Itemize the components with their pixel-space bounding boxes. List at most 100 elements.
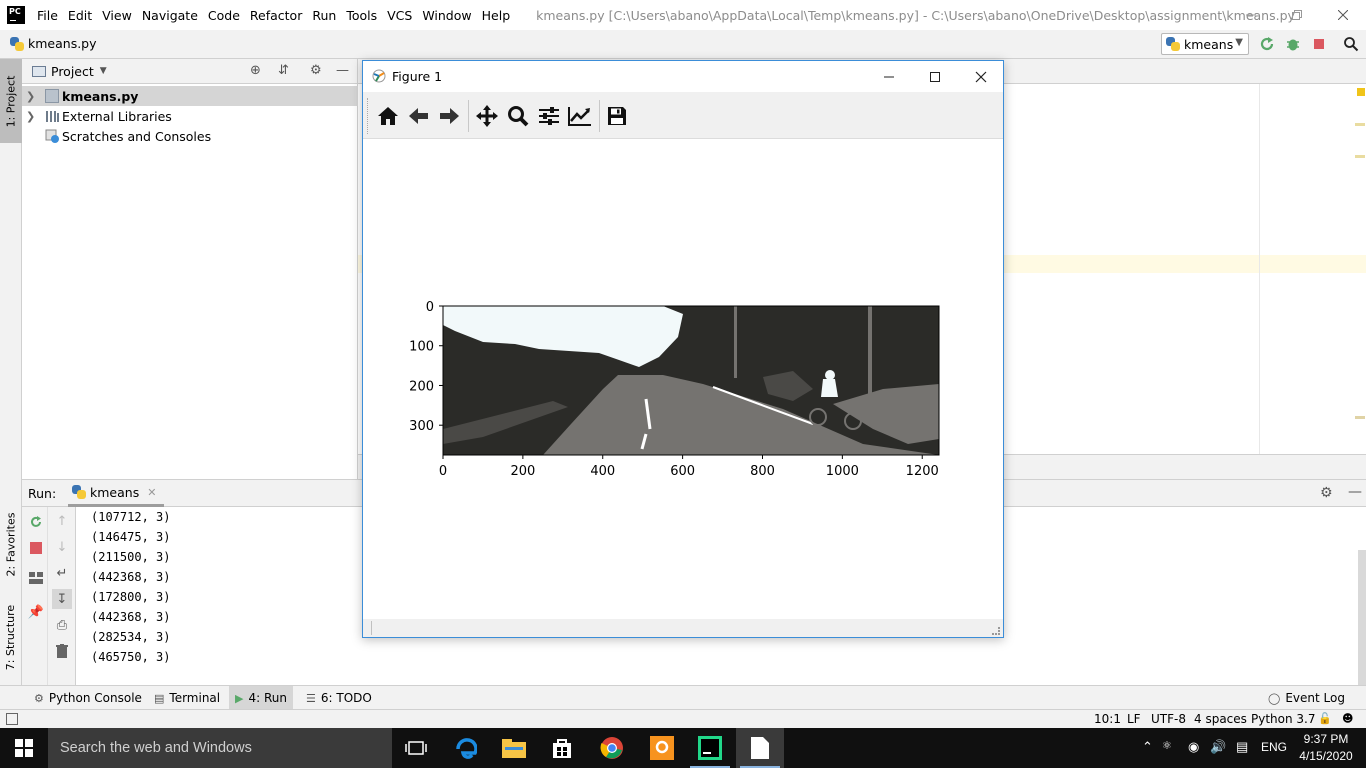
menu-edit[interactable]: Edit [68, 8, 92, 23]
taskbar-store[interactable] [538, 728, 586, 768]
down-arrow-button[interactable]: ↓ [54, 539, 70, 555]
search-everywhere-button[interactable] [1343, 36, 1359, 52]
taskbar-file-explorer[interactable] [490, 728, 538, 768]
chevron-right-icon[interactable]: ❯ [26, 110, 35, 123]
action-center-icon[interactable]: ▤ [1236, 739, 1248, 755]
hide-panel-icon[interactable]: — [1348, 484, 1362, 500]
hide-panel-icon[interactable]: — [336, 63, 349, 78]
figure-close-button[interactable] [958, 61, 1004, 92]
figure-window[interactable]: Figure 1 0 200 400 600 800 1000 1200 0 1… [362, 60, 1004, 638]
toolbar-grip[interactable] [367, 98, 370, 134]
figure-minimize-button[interactable] [866, 61, 912, 92]
soft-wrap-button[interactable]: ↵ [54, 565, 70, 581]
run-config-select[interactable]: kmeans ▼ [1161, 33, 1249, 55]
scroll-marker[interactable] [1355, 155, 1365, 158]
file-encoding[interactable]: UTF-8 [1151, 712, 1186, 726]
chevron-right-icon[interactable]: ❯ [26, 90, 35, 103]
back-button[interactable] [404, 101, 434, 131]
tree-item-external-libraries[interactable]: ❯ External Libraries [22, 106, 358, 126]
tab-python-console[interactable]: ⚙ Python Console [28, 686, 148, 710]
task-view-button[interactable] [392, 728, 440, 768]
menu-view[interactable]: View [102, 8, 132, 23]
project-view-selector[interactable]: Project [51, 64, 94, 79]
start-button[interactable] [0, 728, 48, 768]
menu-window[interactable]: Window [422, 8, 471, 23]
scroll-marker[interactable] [1355, 123, 1365, 126]
restore-button[interactable] [1274, 0, 1320, 30]
pan-button[interactable] [472, 101, 502, 131]
volume-icon[interactable]: 🔊 [1210, 739, 1226, 755]
figure-maximize-button[interactable] [912, 61, 958, 92]
tab-todo[interactable]: ☰ 6: TODO [300, 686, 378, 710]
home-button[interactable] [373, 101, 403, 131]
lock-icon[interactable]: 🔓 [1318, 712, 1332, 725]
stop-button[interactable] [1311, 36, 1327, 52]
tab-event-log[interactable]: ◯ Event Log [1262, 686, 1351, 710]
zoom-button[interactable] [503, 101, 533, 131]
resize-grip-icon[interactable] [992, 627, 1000, 635]
indent-setting[interactable]: 4 spaces [1194, 712, 1247, 726]
tree-item-scratches[interactable]: Scratches and Consoles [22, 126, 358, 146]
layout-button[interactable] [28, 570, 44, 586]
figure-titlebar[interactable]: Figure 1 [363, 61, 1003, 92]
pin-tab-button[interactable]: 📌 [28, 604, 44, 620]
line-separator[interactable]: LF [1127, 712, 1141, 726]
menu-vcs[interactable]: VCS [387, 8, 412, 23]
subplots-config-button[interactable] [534, 101, 564, 131]
scroll-marker[interactable] [1355, 416, 1365, 419]
taskbar-search-box[interactable]: Search the web and Windows [48, 728, 392, 768]
toggle-tool-windows-icon[interactable] [6, 713, 18, 725]
taskbar-chrome[interactable] [588, 728, 636, 768]
taskbar-pycharm[interactable] [686, 728, 734, 768]
inspection-status-icon[interactable] [1357, 88, 1365, 96]
edit-axes-button[interactable] [565, 101, 595, 131]
input-language[interactable]: ENG [1261, 740, 1287, 754]
collapse-all-icon[interactable]: ⇵ [278, 63, 289, 78]
tab-terminal[interactable]: ▤ Terminal [148, 686, 226, 710]
menu-tools[interactable]: Tools [346, 8, 377, 23]
tree-item-kmeans[interactable]: ❯ kmeans.py [22, 86, 358, 106]
tool-tab-structure[interactable]: 7: Structure [0, 592, 22, 682]
debug-button[interactable] [1285, 36, 1301, 52]
menu-help[interactable]: Help [482, 8, 511, 23]
stop-button[interactable] [28, 540, 44, 556]
inspector-icon[interactable]: ☻ [1342, 712, 1353, 725]
tool-tab-favorites[interactable]: 2: Favorites [0, 499, 22, 589]
wifi-icon[interactable]: ◉ [1188, 739, 1199, 755]
forward-button[interactable] [434, 101, 464, 131]
console-scrollbar[interactable] [1358, 550, 1366, 686]
scroll-to-end-button[interactable]: ↧ [52, 589, 72, 609]
run-tab-kmeans[interactable]: kmeans ✕ [68, 480, 165, 507]
menu-run[interactable]: Run [312, 8, 336, 23]
rerun-button[interactable] [28, 514, 44, 530]
taskbar-document-app[interactable] [736, 728, 784, 768]
tab-run[interactable]: ▶ 4: Run [229, 686, 293, 710]
plot-area[interactable]: 0 200 400 600 800 1000 1200 0 100 200 300 [363, 139, 1003, 619]
taskbar-edge[interactable] [442, 728, 490, 768]
clear-all-button[interactable] [54, 643, 70, 659]
up-arrow-button[interactable]: ↑ [54, 513, 70, 529]
gear-icon[interactable]: ⚙ [310, 63, 322, 78]
breadcrumb[interactable]: kmeans.py [10, 36, 97, 51]
python-interpreter[interactable]: Python 3.7 [1251, 712, 1316, 726]
close-button[interactable] [1320, 0, 1366, 30]
menu-file[interactable]: File [37, 8, 58, 23]
chevron-down-icon[interactable]: ▼ [100, 66, 107, 76]
show-hidden-icons-icon[interactable]: ⌃ [1142, 739, 1153, 755]
save-button[interactable] [602, 101, 632, 131]
caret-position[interactable]: 10:1 [1094, 712, 1121, 726]
menu-code[interactable]: Code [208, 8, 240, 23]
gear-icon[interactable]: ⚙ [1320, 485, 1333, 501]
minimize-button[interactable] [1228, 0, 1274, 30]
taskbar-clock[interactable]: 9:37 PM 4/15/2020 [1296, 731, 1356, 765]
taskbar-pdf-app[interactable] [638, 728, 686, 768]
rerun-button[interactable] [1259, 36, 1275, 52]
figure-canvas[interactable]: 0 200 400 600 800 1000 1200 0 100 200 300 [363, 139, 1003, 619]
tool-tab-project[interactable]: 1: Project [0, 59, 22, 143]
menu-refactor[interactable]: Refactor [250, 8, 302, 23]
console-output[interactable]: (107712, 3) (146475, 3) (211500, 3) (442… [91, 507, 170, 667]
locate-icon[interactable]: ⊕ [250, 63, 261, 78]
menu-navigate[interactable]: Navigate [142, 8, 198, 23]
print-button[interactable]: ⎙ [54, 617, 70, 633]
network-icon[interactable]: ⚛ [1162, 739, 1172, 752]
